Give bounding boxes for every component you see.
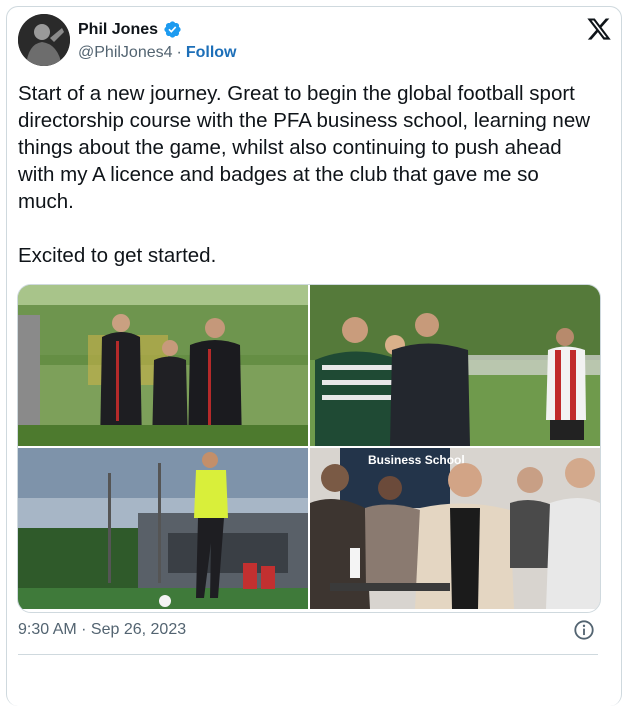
photo-grid: Business School — [17, 284, 601, 613]
photo-training-ground[interactable] — [18, 448, 308, 609]
tweet-text: Start of a new journey. Great to begin t… — [18, 82, 591, 267]
author-name-row[interactable]: Phil Jones — [78, 20, 182, 39]
photo-business-school-class[interactable]: Business School — [310, 448, 600, 609]
info-icon[interactable] — [573, 619, 595, 641]
divider — [18, 654, 598, 655]
tweet-timestamp[interactable]: 9:30 AM · Sep 26, 2023 — [18, 621, 186, 639]
handle-separator: · — [176, 44, 182, 61]
verified-badge-icon — [164, 21, 181, 38]
photo-coaches-on-pitch[interactable] — [18, 285, 308, 446]
author-name[interactable]: Phil Jones — [78, 21, 158, 39]
follow-button[interactable]: Follow — [186, 44, 237, 62]
x-logo-icon[interactable] — [586, 16, 612, 42]
author-handle[interactable]: @PhilJones4 — [78, 44, 173, 62]
business-school-sign-text: Business School — [368, 453, 465, 467]
photo-players-training[interactable] — [310, 285, 600, 446]
author-handle-row: @PhilJones4 · Follow — [78, 44, 237, 62]
author-avatar[interactable] — [18, 14, 70, 66]
